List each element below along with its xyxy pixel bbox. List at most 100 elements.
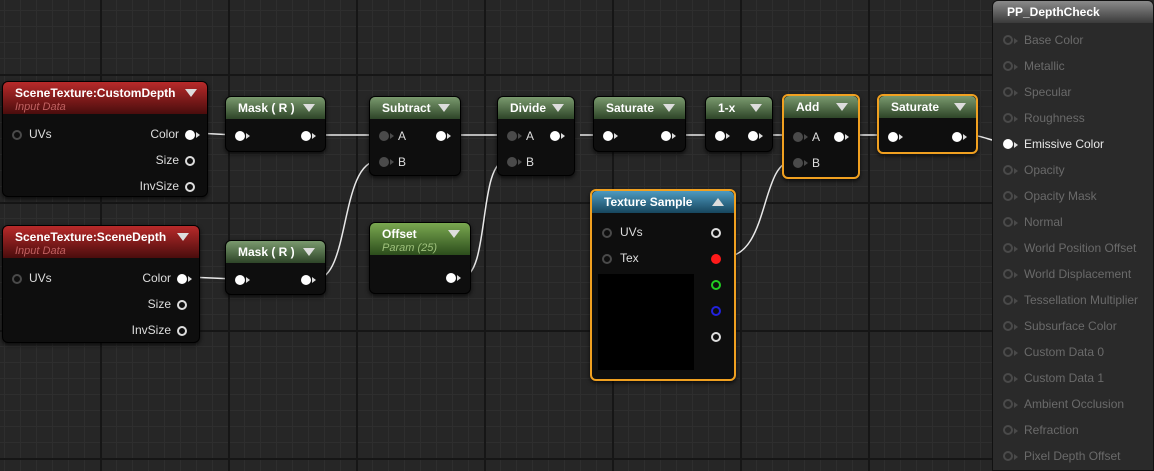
output-pin-b[interactable]: [711, 306, 721, 316]
input-pin-icon[interactable]: [1003, 165, 1013, 175]
pin-arrow-icon: [390, 159, 394, 165]
collapse-arrow-icon[interactable]: [448, 230, 460, 238]
output-pin[interactable]: [301, 131, 311, 141]
input-pin-icon[interactable]: [1003, 243, 1013, 253]
input-pin-b[interactable]: [793, 158, 803, 168]
node-saturate[interactable]: Saturate: [593, 96, 686, 152]
pin-label: Metallic: [1024, 59, 1065, 73]
node-saturate-final[interactable]: Saturate: [877, 94, 978, 154]
input-pin-uvs[interactable]: [12, 130, 22, 140]
input-pin-uvs[interactable]: [12, 274, 22, 284]
output-pin[interactable]: [446, 273, 456, 283]
input-pin[interactable]: [888, 132, 898, 142]
input-pin-icon[interactable]: [1003, 425, 1013, 435]
collapse-arrow-icon[interactable]: [438, 104, 450, 112]
texture-preview: [598, 274, 694, 370]
collapse-arrow-icon[interactable]: [177, 233, 189, 241]
node-texture-sample[interactable]: Texture Sample UVs Tex: [590, 189, 736, 381]
collapse-arrow-icon[interactable]: [663, 104, 675, 112]
input-pin-icon[interactable]: [1003, 113, 1013, 123]
node-mask-r-top[interactable]: Mask ( R ): [225, 96, 326, 152]
pin-arrow-icon: [1014, 142, 1018, 148]
pin-label: A: [526, 129, 535, 143]
pin-label: Pixel Depth Offset: [1024, 449, 1121, 463]
pin-arrow-icon: [390, 133, 394, 139]
input-pin-icon[interactable]: [1003, 295, 1013, 305]
output-node-pp-depthcheck[interactable]: PP_DepthCheck Base Color Metallic Specular…: [992, 0, 1154, 471]
pin-label: InvSize: [139, 179, 179, 193]
input-pin-a[interactable]: [379, 131, 389, 141]
output-pin[interactable]: [834, 132, 844, 142]
pin-label: Color: [142, 271, 171, 285]
output-pin[interactable]: [550, 131, 560, 141]
pin-arrow-icon: [518, 159, 522, 165]
pin-arrow-icon: [457, 275, 461, 281]
input-pin-icon[interactable]: [1003, 373, 1013, 383]
pin-arrow-icon: [614, 133, 618, 139]
output-pin-color[interactable]: [177, 274, 187, 284]
collapse-arrow-icon[interactable]: [954, 103, 966, 111]
output-pin-color[interactable]: [185, 130, 195, 140]
pin-arrow-icon: [1014, 168, 1018, 174]
node-add[interactable]: Add A B: [782, 94, 860, 179]
pin-arrow-icon: [899, 134, 903, 140]
output-pin-invsize[interactable]: [177, 326, 187, 336]
output-pin[interactable]: [301, 275, 311, 285]
input-pin-a[interactable]: [793, 132, 803, 142]
node-scenetexture-customdepth[interactable]: SceneTexture:CustomDepth Input Data UVs C…: [2, 81, 208, 197]
collapse-arrow-icon[interactable]: [185, 89, 197, 97]
input-pin-icon[interactable]: [1003, 347, 1013, 357]
output-pin-g[interactable]: [711, 280, 721, 290]
input-pin-b[interactable]: [379, 157, 389, 167]
output-pin-invsize[interactable]: [185, 182, 195, 192]
output-pin[interactable]: [748, 131, 758, 141]
node-offset-param[interactable]: Offset Param (25): [369, 222, 471, 294]
output-pin[interactable]: [436, 131, 446, 141]
input-pin-icon[interactable]: [1003, 61, 1013, 71]
pin-arrow-icon: [1014, 298, 1018, 304]
collapse-arrow-icon[interactable]: [552, 104, 564, 112]
pin-arrow-icon: [1014, 246, 1018, 252]
input-pin-uvs[interactable]: [602, 228, 612, 238]
input-pin-icon[interactable]: [1003, 451, 1013, 461]
input-pin-icon[interactable]: [1003, 217, 1013, 227]
pin-arrow-icon: [1014, 220, 1018, 226]
output-pin[interactable]: [952, 132, 962, 142]
input-pin[interactable]: [235, 275, 245, 285]
input-pin-icon[interactable]: [1003, 139, 1013, 149]
output-pin-rgb[interactable]: [711, 228, 721, 238]
collapse-arrow-icon[interactable]: [303, 248, 315, 256]
input-pin-a[interactable]: [507, 131, 517, 141]
output-pin-r[interactable]: [711, 254, 721, 264]
node-mask-r-bottom[interactable]: Mask ( R ): [225, 240, 326, 295]
node-divide[interactable]: Divide A B: [497, 96, 575, 176]
node-title: Mask ( R ): [238, 101, 295, 115]
node-scenetexture-scenedepth[interactable]: SceneTexture:SceneDepth Input Data UVs Co…: [2, 225, 200, 343]
output-pin-size[interactable]: [177, 300, 187, 310]
input-pin-icon[interactable]: [1003, 191, 1013, 201]
pin-label: World Position Offset: [1024, 241, 1137, 255]
input-pin-icon[interactable]: [1003, 269, 1013, 279]
input-pin-tex[interactable]: [602, 254, 612, 264]
pin-arrow-icon: [312, 133, 316, 139]
collapse-arrow-icon[interactable]: [750, 104, 762, 112]
node-subtract[interactable]: Subtract A B: [369, 96, 461, 176]
input-pin[interactable]: [603, 131, 613, 141]
output-pin-a[interactable]: [711, 332, 721, 342]
input-pin-icon[interactable]: [1003, 321, 1013, 331]
node-one-minus[interactable]: 1-x: [705, 96, 773, 152]
output-pin-size[interactable]: [185, 156, 195, 166]
output-pin[interactable]: [661, 131, 671, 141]
input-pin-icon[interactable]: [1003, 87, 1013, 97]
input-pin-b[interactable]: [507, 157, 517, 167]
pin-label: UVs: [29, 271, 52, 285]
node-title: Saturate: [606, 101, 655, 115]
input-pin-icon[interactable]: [1003, 35, 1013, 45]
input-pin[interactable]: [715, 131, 725, 141]
collapse-arrow-icon[interactable]: [303, 104, 315, 112]
collapse-arrow-icon[interactable]: [836, 103, 848, 111]
input-pin[interactable]: [235, 131, 245, 141]
pin-label: UVs: [620, 225, 643, 239]
input-pin-icon[interactable]: [1003, 399, 1013, 409]
collapse-arrow-icon[interactable]: [712, 198, 724, 206]
